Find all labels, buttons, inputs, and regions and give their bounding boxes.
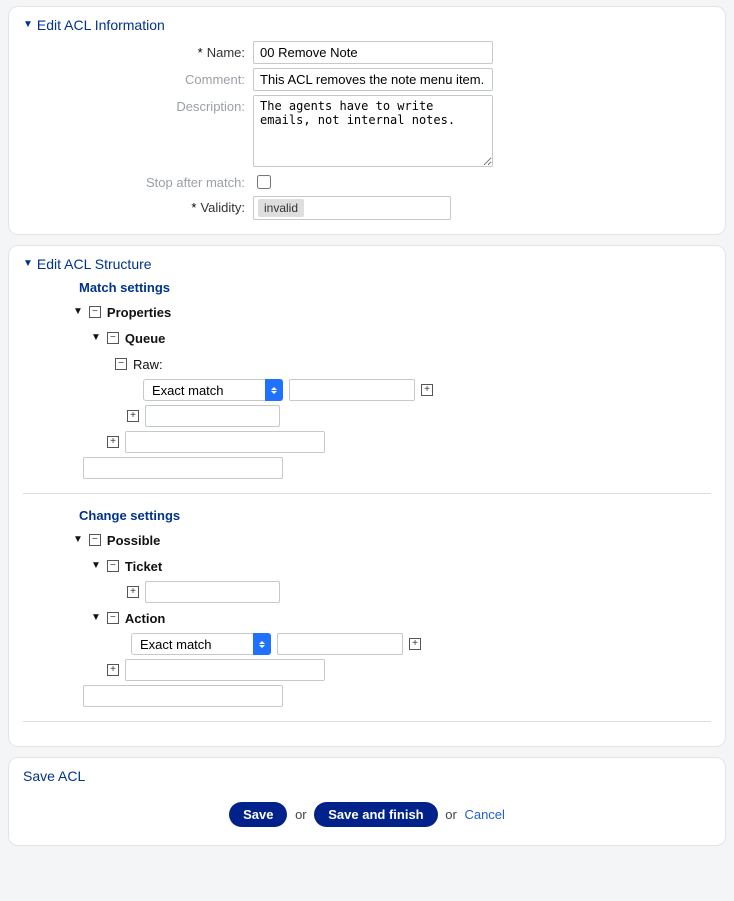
validity-select[interactable]: invalid (253, 196, 451, 220)
action-mode-value[interactable] (131, 633, 271, 655)
select-stepper-icon[interactable] (253, 633, 271, 655)
match-value-input[interactable] (289, 379, 415, 401)
minus-box-icon[interactable]: − (89, 306, 101, 318)
add-action-input[interactable] (125, 659, 325, 681)
queue-node[interactable]: ▼ − Queue (91, 327, 711, 349)
action-value-input[interactable] (277, 633, 403, 655)
acl-structure-title-text: Edit ACL Structure (37, 256, 152, 272)
add-raw-input[interactable] (145, 405, 280, 427)
caret-down-icon: ▼ (73, 307, 83, 317)
caret-down-icon: ▼ (91, 561, 101, 571)
name-input[interactable] (253, 41, 493, 64)
caret-down-icon: ▼ (73, 535, 83, 545)
possible-node[interactable]: ▼ − Possible (73, 529, 711, 551)
description-label: Description: (23, 95, 253, 114)
save-panel-title: Save ACL (23, 768, 711, 784)
description-textarea[interactable]: The agents have to write emails, not int… (253, 95, 493, 167)
save-button[interactable]: Save (229, 802, 287, 827)
minus-box-icon[interactable]: − (107, 560, 119, 572)
comment-input[interactable] (253, 68, 493, 91)
select-stepper-icon[interactable] (265, 379, 283, 401)
or-text: or (445, 807, 457, 822)
acl-info-panel: ▼ Edit ACL Information *Name: Comment: D… (8, 6, 726, 235)
add-properties-input[interactable] (83, 457, 283, 479)
caret-down-icon: ▼ (91, 613, 101, 623)
minus-box-icon[interactable]: − (115, 358, 127, 370)
name-label: *Name: (23, 41, 253, 60)
comment-label: Comment: (23, 68, 253, 87)
match-mode-value[interactable] (143, 379, 283, 401)
caret-down-icon: ▼ (23, 259, 33, 269)
raw-node[interactable]: − Raw: (115, 353, 711, 375)
divider (23, 493, 711, 494)
action-mode-select[interactable] (131, 633, 271, 655)
acl-structure-panel: ▼ Edit ACL Structure Match settings ▼ − … (8, 245, 726, 747)
properties-node[interactable]: ▼ − Properties (73, 301, 711, 323)
minus-box-icon[interactable]: − (107, 332, 119, 344)
action-node[interactable]: ▼ − Action (91, 607, 711, 629)
stop-after-match-checkbox[interactable] (257, 175, 271, 189)
save-panel: Save ACL Save or Save and finish or Canc… (8, 757, 726, 846)
stop-after-match-label: Stop after match: (23, 171, 253, 190)
plus-box-icon[interactable]: + (409, 638, 421, 650)
match-settings-header: Match settings (79, 280, 711, 295)
add-queue-input[interactable] (125, 431, 325, 453)
plus-box-icon[interactable]: + (127, 410, 139, 422)
acl-info-title[interactable]: ▼ Edit ACL Information (23, 17, 711, 33)
ticket-node[interactable]: ▼ − Ticket (91, 555, 711, 577)
save-and-finish-button[interactable]: Save and finish (314, 802, 437, 827)
or-text: or (295, 807, 307, 822)
change-settings-header: Change settings (79, 508, 711, 523)
match-mode-select[interactable] (143, 379, 283, 401)
acl-structure-title[interactable]: ▼ Edit ACL Structure (23, 256, 711, 272)
plus-box-icon[interactable]: + (107, 436, 119, 448)
cancel-link[interactable]: Cancel (464, 807, 504, 822)
validity-label: *Validity: (23, 196, 253, 215)
add-ticket-input[interactable] (145, 581, 280, 603)
validity-tag: invalid (258, 199, 304, 217)
caret-down-icon: ▼ (91, 333, 101, 343)
plus-box-icon[interactable]: + (421, 384, 433, 396)
minus-box-icon[interactable]: − (107, 612, 119, 624)
acl-info-title-text: Edit ACL Information (37, 17, 165, 33)
caret-down-icon: ▼ (23, 20, 33, 30)
plus-box-icon[interactable]: + (107, 664, 119, 676)
plus-box-icon[interactable]: + (127, 586, 139, 598)
divider (23, 721, 711, 722)
add-possible-input[interactable] (83, 685, 283, 707)
minus-box-icon[interactable]: − (89, 534, 101, 546)
